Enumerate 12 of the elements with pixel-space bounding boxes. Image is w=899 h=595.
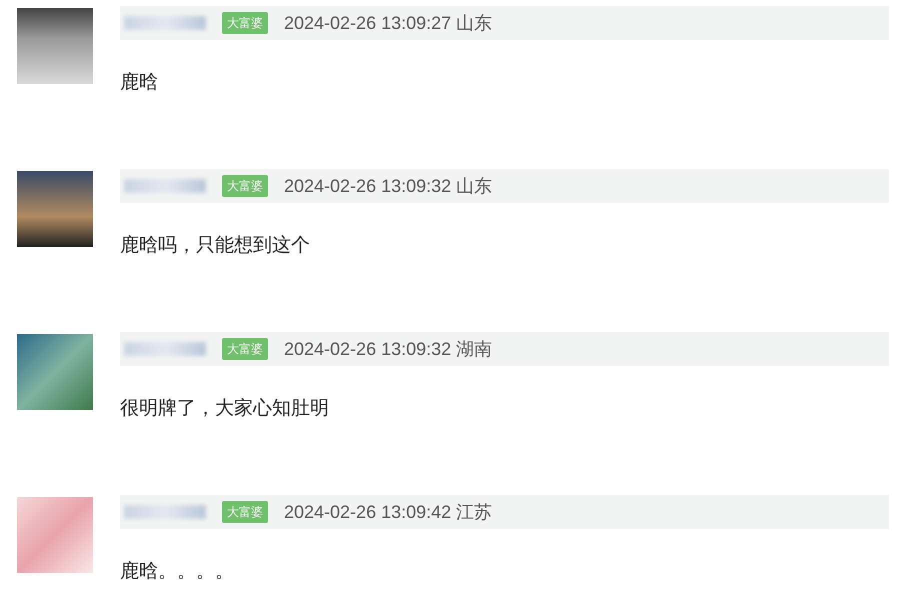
comment-time-location: 2024-02-26 13:09:27 山东 [284,12,492,34]
user-badge: 大富婆 [222,175,268,197]
comment-text: 鹿晗吗，只能想到这个 [120,233,311,258]
user-badge: 大富婆 [222,338,268,360]
comment-time-location: 2024-02-26 13:09:32 湖南 [284,338,492,360]
comment-text: 鹿晗 [120,70,159,95]
comment-text: 鹿晗。。。。 [120,559,235,584]
user-badge: 大富婆 [222,12,268,34]
comment-text: 很明牌了，大家心知肚明 [120,396,330,421]
comment-time-location: 2024-02-26 13:09:42 江苏 [284,500,492,524]
comment-time-location: 2024-02-26 13:09:32 山东 [284,174,492,198]
user-badge: 大富婆 [222,501,268,523]
